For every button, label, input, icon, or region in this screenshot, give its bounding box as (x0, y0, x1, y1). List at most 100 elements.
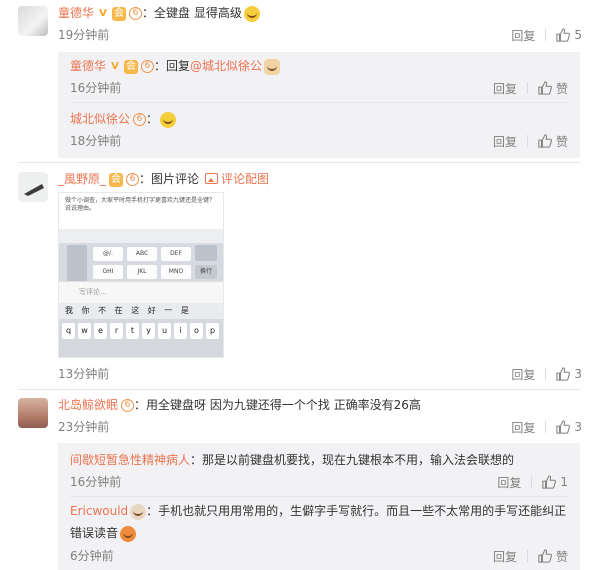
reply-prefix: ： (146, 112, 159, 126)
username[interactable]: 间歇短暂急性精神病人 (70, 453, 190, 467)
divider (526, 550, 528, 562)
thumbs-up-icon (538, 549, 552, 563)
username[interactable]: 童德华 (58, 6, 94, 20)
timestamp: 19分钟前 (58, 28, 110, 42)
like-button[interactable]: 1 (542, 475, 568, 489)
comment-text: ：全键盘 显得高级 (142, 6, 242, 20)
image-key (195, 245, 217, 261)
like-button[interactable]: 3 (556, 420, 582, 434)
comment-line: _風野原_ 会 6 ：图片评论 评论配图 (58, 171, 269, 187)
thumbs-up-icon (538, 81, 552, 95)
timestamp: 13分钟前 (58, 367, 110, 381)
verified-icon: V (111, 60, 119, 72)
comment-line: 童德华 V 会 6 ：全键盘 显得高级 (58, 5, 260, 22)
image-key: 换行 (195, 265, 217, 279)
reply-text: 错误读音 (70, 526, 119, 540)
image-candidate: 这 (131, 306, 143, 315)
like-button[interactable]: 3 (556, 367, 582, 381)
image-key: e (94, 323, 107, 339)
like-count: 3 (574, 367, 582, 381)
thumbs-up-icon (556, 420, 571, 434)
image-key: r (110, 323, 123, 339)
image-key: GHI (93, 265, 123, 279)
cat-emoji-icon (264, 58, 281, 75)
image-key: ABC (127, 247, 157, 261)
image-qwerty-keyboard: q w e r t y u i o p (59, 319, 223, 357)
divider (70, 102, 568, 103)
username[interactable]: 童德华 (70, 59, 106, 73)
image-key: p (206, 323, 219, 339)
image-question-text: 做个小调查，大家平时用手机打字更喜欢九键还是全键？说说理由。 (59, 193, 223, 229)
level-icon: 6 (126, 173, 140, 186)
level-icon: 6 (133, 113, 147, 126)
avatar[interactable] (18, 398, 48, 428)
username[interactable]: 北岛鲸欲眠 (58, 398, 118, 412)
reply-button[interactable]: 回复 (511, 366, 535, 383)
image-key: y (142, 323, 155, 339)
comment-actions: 回复 5 (511, 26, 582, 44)
reply-line: 城北似徐公 6： (70, 111, 177, 128)
reply-actions: 回复 赞 (493, 547, 568, 565)
comment-image[interactable]: 做个小调查，大家平时用手机打字更喜欢九键还是全键？说说理由。 @/. ABC D… (58, 192, 224, 358)
sticker-emoji-icon (120, 525, 137, 542)
reply-line: 童德华 V 会 6 ：回复@城北似徐公 (70, 58, 281, 75)
username[interactable]: Ericwould (70, 504, 128, 518)
reply-button[interactable]: 回复 (511, 27, 535, 44)
reply-button[interactable]: 回复 (493, 133, 517, 150)
reply-line: 间歇短暂急性精神病人：那是以前键盘机要找，现在九键根本不用，输入法会联想的 (70, 452, 514, 468)
comment-text: ：用全键盘呀 因为九键还得一个个找 正确率没有26高 (134, 398, 421, 412)
avatar[interactable] (18, 6, 48, 36)
reply-actions: 回复 赞 (493, 79, 568, 97)
like-button[interactable]: 赞 (538, 80, 568, 97)
image-key: q (62, 323, 75, 339)
image-key: w (78, 323, 91, 339)
image-candidate: 不 (98, 306, 110, 315)
image-candidates: 我 你 不 在 这 好 一 是 (59, 303, 223, 319)
avatar[interactable] (18, 172, 48, 202)
comment-actions: 回复 3 (511, 418, 582, 436)
thumbs-up-icon (538, 134, 552, 148)
image-candidate: 在 (114, 306, 126, 315)
image-key: o (190, 323, 203, 339)
reply-text: ：那是以前键盘机要找，现在九键根本不用，输入法会联想的 (190, 453, 515, 467)
reply-button[interactable]: 回复 (511, 419, 535, 436)
like-button[interactable]: 5 (556, 28, 582, 42)
image-icon (205, 173, 219, 184)
mention-link[interactable]: @城北似徐公 (190, 59, 262, 73)
laughing-emoji-icon (160, 111, 177, 128)
username[interactable]: _風野原_ (58, 172, 106, 186)
reply-button[interactable]: 回复 (493, 80, 517, 97)
reply-line: 错误读音 (70, 525, 137, 542)
divider (18, 162, 580, 163)
avatar-image (24, 184, 44, 196)
thumbs-up-icon (556, 367, 571, 381)
thumbs-up-icon (542, 475, 557, 489)
image-candidate: 是 (180, 306, 192, 315)
reply-actions: 回复 赞 (493, 132, 568, 150)
image-key: t (126, 323, 139, 339)
timestamp: 23分钟前 (58, 420, 110, 434)
image-toolbar (59, 229, 223, 243)
comment-thread: 童德华 V 会 6 ：全键盘 显得高级 19分钟前 回复 5 童德华 V 会 6 ：回复@城北似… (0, 0, 600, 570)
reply-button[interactable]: 回复 (493, 548, 517, 565)
divider (526, 135, 528, 147)
like-count: 3 (574, 420, 582, 434)
username[interactable]: 城北似徐公 (70, 112, 130, 126)
image-candidate: 我 (65, 306, 76, 315)
image-key: u (158, 323, 171, 339)
thumbs-up-icon (556, 28, 571, 42)
divider (545, 29, 547, 41)
level-icon: 6 (121, 399, 135, 412)
glasses-emoji-icon (243, 5, 260, 22)
image-key: MNO (161, 265, 191, 279)
image-key: @/. (93, 247, 123, 261)
vip-icon: 会 (109, 172, 124, 187)
comment-image-link[interactable]: 评论配图 (221, 172, 269, 186)
reply-button[interactable]: 回复 (497, 474, 521, 491)
like-button[interactable]: 赞 (538, 133, 568, 150)
image-input-bar: 写评论... (59, 281, 223, 303)
image-key: JKL (127, 265, 157, 279)
vip-icon: 会 (124, 59, 139, 74)
sticker-emoji-icon (130, 503, 147, 520)
like-button[interactable]: 赞 (538, 548, 568, 565)
